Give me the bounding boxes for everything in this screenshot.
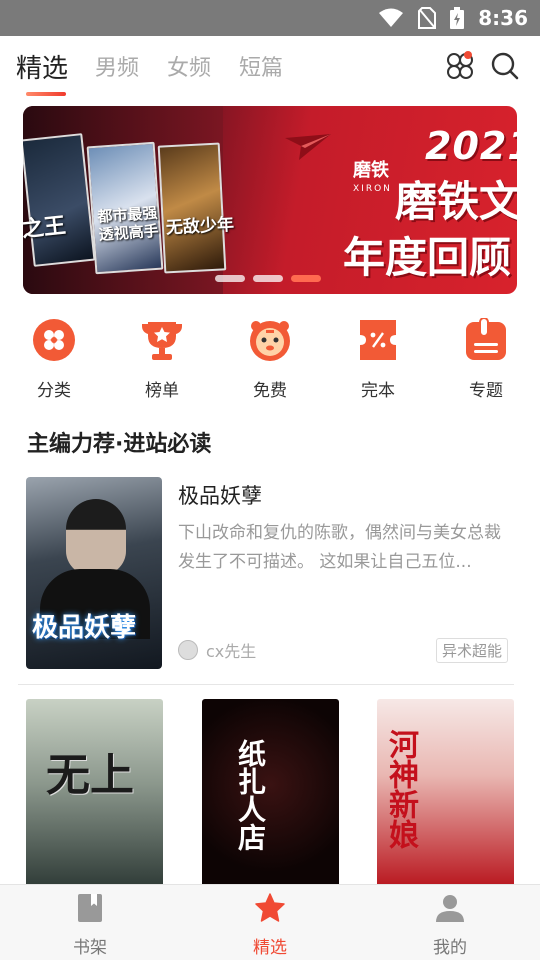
shortcut-label: 专题 [469,381,503,401]
cover-title: 无上 [46,750,134,801]
author-avatar [178,640,198,660]
no-sim-icon [418,7,437,29]
book-cover-title: 都市最强透视高手 [96,203,160,244]
clock: 8:36 [478,6,528,30]
top-tab-bar: 精选 男频 女频 短篇 [0,36,540,98]
status-bar: 8:36 [0,0,540,36]
banner-book-cover: 都市最强透视高手 [86,141,164,275]
tab-short[interactable]: 短篇 [239,50,283,82]
book-cover[interactable]: 无上 [26,699,163,889]
cover-title: 河神新娘 [383,729,418,849]
star-icon [255,893,285,922]
cover-title: 纸扎人店 [234,739,267,851]
carousel-dot[interactable] [215,275,245,282]
featured-book-description: 下山改命和复仇的陈歌，偶然间与美女总裁发生了不可描述。 这如果让自己五位... [178,523,501,572]
tab-featured[interactable]: 精选 [16,48,68,85]
shortcut-topics[interactable]: 专题 [446,317,526,401]
banner-year: 2021 [425,124,517,168]
topic-icon [466,317,506,360]
tiger-icon [250,321,290,361]
promo-banner[interactable]: 之王 都市最强透视高手 无敌少年 磨铁 XIRON 2021 磨铁文 年度回顾 [23,106,517,294]
bottom-navigation: 书架 精选 我的 [0,884,540,960]
bookshelf-icon [78,894,102,922]
shortcut-label: 免费 [253,381,287,401]
book-cover-title: 无敌少年 [165,214,235,239]
shortcut-free[interactable]: 免费 [230,318,310,401]
nav-label: 书架 [73,938,107,958]
carousel-dot-active[interactable] [291,275,321,282]
shortcut-label: 完本 [361,381,395,401]
category-icon [33,319,75,361]
section-title: 主编力荐·进站必读 [27,432,212,457]
banner-headline-2: 年度回顾 [343,233,512,282]
featured-book-cover[interactable]: 极品妖孽 [26,477,162,669]
active-tab-indicator [26,92,66,96]
author-name: cx先生 [206,642,257,661]
nav-profile[interactable]: 我的 [400,893,500,958]
nav-featured[interactable]: 精选 [220,893,320,958]
tab-female[interactable]: 女频 [167,50,211,82]
nav-label: 精选 [253,938,287,958]
featured-book-title[interactable]: 极品妖孽 [178,480,262,510]
brand-logo: 磨铁 XIRON [353,160,392,195]
shortcut-completed[interactable]: 完本 [338,318,418,401]
search-icon[interactable] [489,50,521,82]
nav-bookshelf[interactable]: 书架 [40,893,140,958]
profile-icon [436,895,464,922]
book-cover[interactable]: 纸扎人店 [202,699,339,889]
wifi-icon [379,8,404,27]
featured-book-author: cx先生 [178,638,256,662]
genre-tag[interactable]: 异术超能 [436,638,509,663]
paper-plane-icon [285,134,331,160]
tab-male[interactable]: 男频 [95,50,139,82]
trophy-icon [142,322,182,360]
shortcut-category[interactable]: 分类 [14,318,94,401]
banner-book-cover: 无敌少年 [157,142,234,274]
ticket-icon [360,320,396,360]
book-cover[interactable]: 河神新娘 [377,699,514,889]
book-cover-title: 之王 [23,213,68,243]
shortcut-rankings[interactable]: 榜单 [122,318,202,401]
carousel-dot[interactable] [253,275,283,282]
battery-icon [450,7,465,29]
cover-title: 极品妖孽 [32,613,137,643]
divider [18,684,514,685]
apps-icon[interactable] [444,50,476,82]
shortcut-label: 榜单 [145,381,179,401]
banner-headline-1: 磨铁文 [395,177,517,226]
shortcut-label: 分类 [37,381,71,401]
nav-label: 我的 [433,938,467,958]
carousel-indicator [215,275,321,282]
category-shortcuts: 分类 榜单 免费 完本 专题 [0,317,540,401]
